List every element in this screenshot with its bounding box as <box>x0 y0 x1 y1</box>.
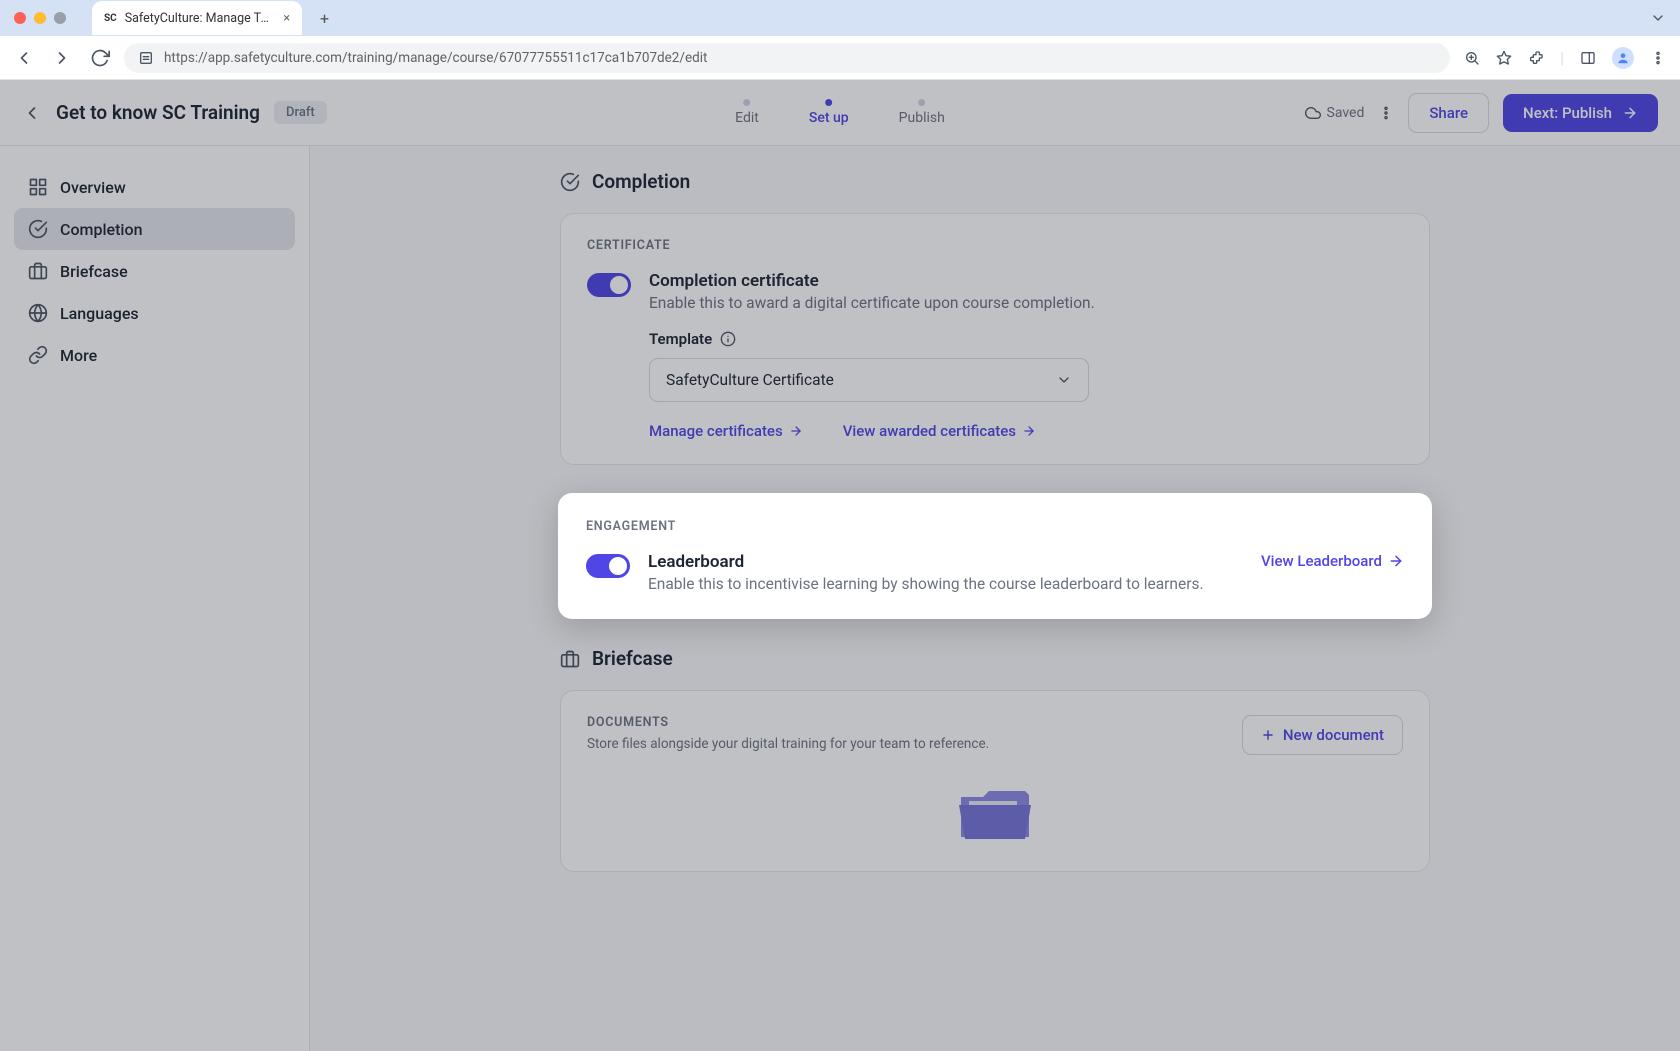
url-text: https://app.safetyculture.com/training/m… <box>164 50 707 66</box>
overview-icon <box>28 177 48 197</box>
sidebar-item-completion[interactable]: Completion <box>14 208 295 250</box>
template-select[interactable]: SafetyCulture Certificate <box>649 358 1089 402</box>
forward-icon[interactable] <box>52 48 72 68</box>
documents-desc: Store files alongside your digital train… <box>587 736 989 752</box>
sidebar-item-overview[interactable]: Overview <box>14 166 295 208</box>
minimize-window-icon[interactable] <box>34 12 46 24</box>
documents-card: DOCUMENTS Store files alongside your dig… <box>560 690 1430 872</box>
view-leaderboard-link[interactable]: View Leaderboard <box>1261 552 1404 570</box>
close-tab-icon[interactable]: × <box>283 11 290 26</box>
browser-tab[interactable]: SC SafetyCulture: Manage Teams and... × <box>92 1 302 35</box>
stepper: Edit Set up Publish <box>735 99 945 126</box>
completion-icon <box>28 219 48 239</box>
reload-icon[interactable] <box>90 48 110 68</box>
header-kebab-icon[interactable] <box>1378 105 1394 121</box>
main-content: Completion CERTIFICATE Completion certif… <box>310 146 1680 1051</box>
certificate-toggle[interactable] <box>587 273 631 297</box>
engagement-card: ENGAGEMENT Leaderboard Enable this to in… <box>560 495 1430 617</box>
section-title-briefcase: Briefcase <box>592 647 673 670</box>
step-edit[interactable]: Edit <box>735 99 759 126</box>
publish-button[interactable]: Next: Publish <box>1503 94 1658 132</box>
certificate-card: CERTIFICATE Completion certificate Enabl… <box>560 213 1430 465</box>
page-title: Get to know SC Training <box>56 101 260 124</box>
section-title-completion: Completion <box>592 170 690 193</box>
new-tab-button[interactable]: + <box>320 9 329 28</box>
maximize-window-icon[interactable] <box>54 12 66 24</box>
card-label-documents: DOCUMENTS <box>587 715 989 730</box>
tab-title: SafetyCulture: Manage Teams and... <box>125 11 276 26</box>
briefcase-section-icon <box>560 649 580 669</box>
back-button[interactable] <box>22 103 42 123</box>
browser-tab-bar: SC SafetyCulture: Manage Teams and... × … <box>0 0 1680 36</box>
view-awarded-link[interactable]: View awarded certificates <box>843 422 1036 440</box>
site-settings-icon[interactable] <box>138 50 154 66</box>
arrow-right-icon <box>1622 105 1638 121</box>
card-label-certificate: CERTIFICATE <box>587 238 1403 253</box>
side-panel-icon[interactable] <box>1580 50 1596 66</box>
back-icon[interactable] <box>14 48 34 68</box>
card-label-engagement: ENGAGEMENT <box>586 519 1404 534</box>
link-icon <box>28 345 48 365</box>
window-controls <box>14 12 66 24</box>
extensions-icon[interactable] <box>1528 50 1544 66</box>
step-setup[interactable]: Set up <box>809 99 849 126</box>
completion-section-icon <box>560 172 580 192</box>
arrow-right-icon <box>1022 424 1036 438</box>
cloud-icon <box>1305 105 1321 121</box>
tab-overflow-icon[interactable] <box>1650 10 1666 26</box>
sidebar-item-briefcase[interactable]: Briefcase <box>14 250 295 292</box>
arrow-right-icon <box>1388 553 1404 569</box>
template-label: Template <box>649 330 1403 348</box>
leaderboard-toggle[interactable] <box>586 554 630 578</box>
manage-certificates-link[interactable]: Manage certificates <box>649 422 803 440</box>
kebab-menu-icon[interactable] <box>1650 50 1666 66</box>
arrow-right-icon <box>789 424 803 438</box>
certificate-toggle-title: Completion certificate <box>649 271 1403 291</box>
url-input[interactable]: https://app.safetyculture.com/training/m… <box>124 43 1450 73</box>
profile-avatar[interactable] <box>1612 47 1634 69</box>
zoom-icon[interactable] <box>1464 50 1480 66</box>
close-window-icon[interactable] <box>14 12 26 24</box>
certificate-toggle-desc: Enable this to award a digital certifica… <box>649 294 1403 312</box>
leaderboard-title: Leaderboard <box>648 552 1243 572</box>
sidebar-item-more[interactable]: More <box>14 334 295 376</box>
chevron-down-icon <box>1056 372 1072 388</box>
share-button[interactable]: Share <box>1408 93 1489 133</box>
app-header: Get to know SC Training Draft Edit Set u… <box>0 80 1680 146</box>
plus-icon <box>1261 728 1275 742</box>
status-badge: Draft <box>274 101 327 124</box>
info-icon[interactable] <box>720 331 736 347</box>
folder-illustration <box>587 783 1403 847</box>
bookmark-icon[interactable] <box>1496 50 1512 66</box>
step-publish[interactable]: Publish <box>899 99 945 126</box>
new-document-button[interactable]: New document <box>1242 715 1403 755</box>
saved-indicator: Saved <box>1305 105 1365 121</box>
globe-icon <box>28 303 48 323</box>
briefcase-icon <box>28 261 48 281</box>
leaderboard-desc: Enable this to incentivise learning by s… <box>648 575 1243 593</box>
tab-favicon: SC <box>104 13 117 24</box>
browser-address-bar: https://app.safetyculture.com/training/m… <box>0 36 1680 80</box>
sidebar: Overview Completion Briefcase Languages … <box>0 146 310 1051</box>
sidebar-item-languages[interactable]: Languages <box>14 292 295 334</box>
